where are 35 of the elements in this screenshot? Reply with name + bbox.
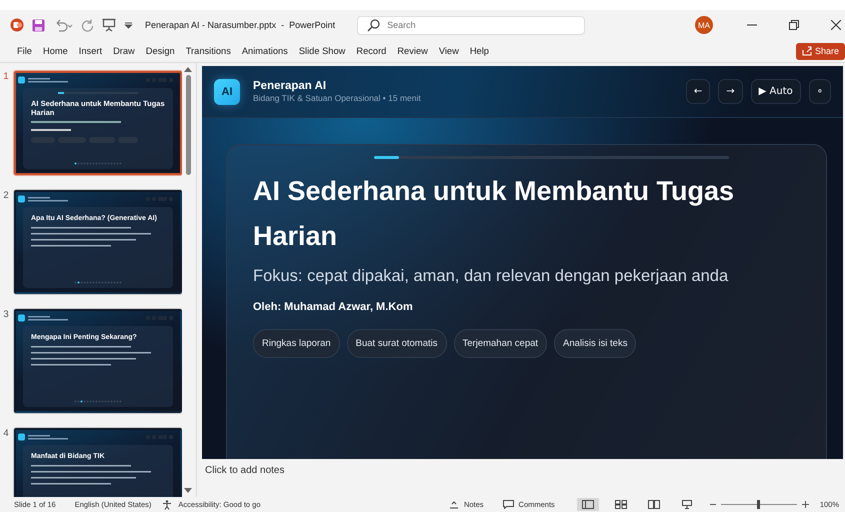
ribbon-tab[interactable]: Insert (74, 46, 108, 56)
ribbon-tab[interactable]: Animations (236, 46, 293, 56)
deck-title: Penerapan AI (253, 80, 328, 92)
slide-number: 3 (2, 309, 10, 320)
user-avatar[interactable]: MA (695, 16, 713, 34)
deck-subtitle: Bidang TIK & Satuan Operasional • 15 menit (253, 93, 421, 103)
logo-badge: AI (214, 78, 240, 104)
slide-number: 2 (2, 190, 10, 201)
ribbon-tab[interactable]: Slide Show (294, 46, 350, 56)
ribbon-tab[interactable]: Record (351, 46, 392, 56)
author-line: Oleh: Muhamad Azwar, M.Kom (253, 301, 414, 313)
ribbon-tab[interactable]: View (434, 46, 464, 56)
notes-placeholder[interactable]: Click to add notes (205, 465, 284, 476)
search-field[interactable]: Search (357, 16, 586, 34)
ribbon-tab[interactable]: Design (140, 46, 180, 56)
ribbon-tab[interactable]: File (12, 46, 37, 56)
slide-control-button[interactable]: ▶ Auto (750, 79, 801, 104)
slide-subtitle: Fokus: cepat dipakai, aman, dan relevan dengan pekerjaan anda (253, 267, 730, 286)
slide-number: 4 (2, 428, 10, 439)
ribbon-tab[interactable]: Transitions (180, 46, 236, 56)
slide-title: AI Sederhana untuk Membantu Tugas Harian (253, 175, 736, 253)
slide-control-button[interactable]: ∘ (808, 79, 831, 104)
slide-number: 1 (2, 71, 10, 82)
topic-chip: Ringkas laporan (253, 329, 340, 358)
topic-chip: Analisis isi teks (554, 329, 636, 358)
ribbon-tab[interactable]: Review (392, 46, 433, 56)
slide-control-button[interactable]: ← (686, 79, 710, 104)
topic-chip: Buat surat otomatis (346, 329, 447, 358)
topic-chip: Terjemahan cepat (454, 329, 548, 358)
window-title: Penerapan AI - Narasumber.pptx - PowerPoint (145, 20, 336, 30)
ribbon-tab[interactable]: Help (464, 46, 494, 56)
ribbon-tab[interactable]: Home (38, 46, 73, 56)
slide-control-button[interactable]: → (718, 79, 743, 104)
share-button[interactable]: Share (796, 42, 845, 60)
ribbon-tab[interactable]: Draw (108, 46, 140, 56)
